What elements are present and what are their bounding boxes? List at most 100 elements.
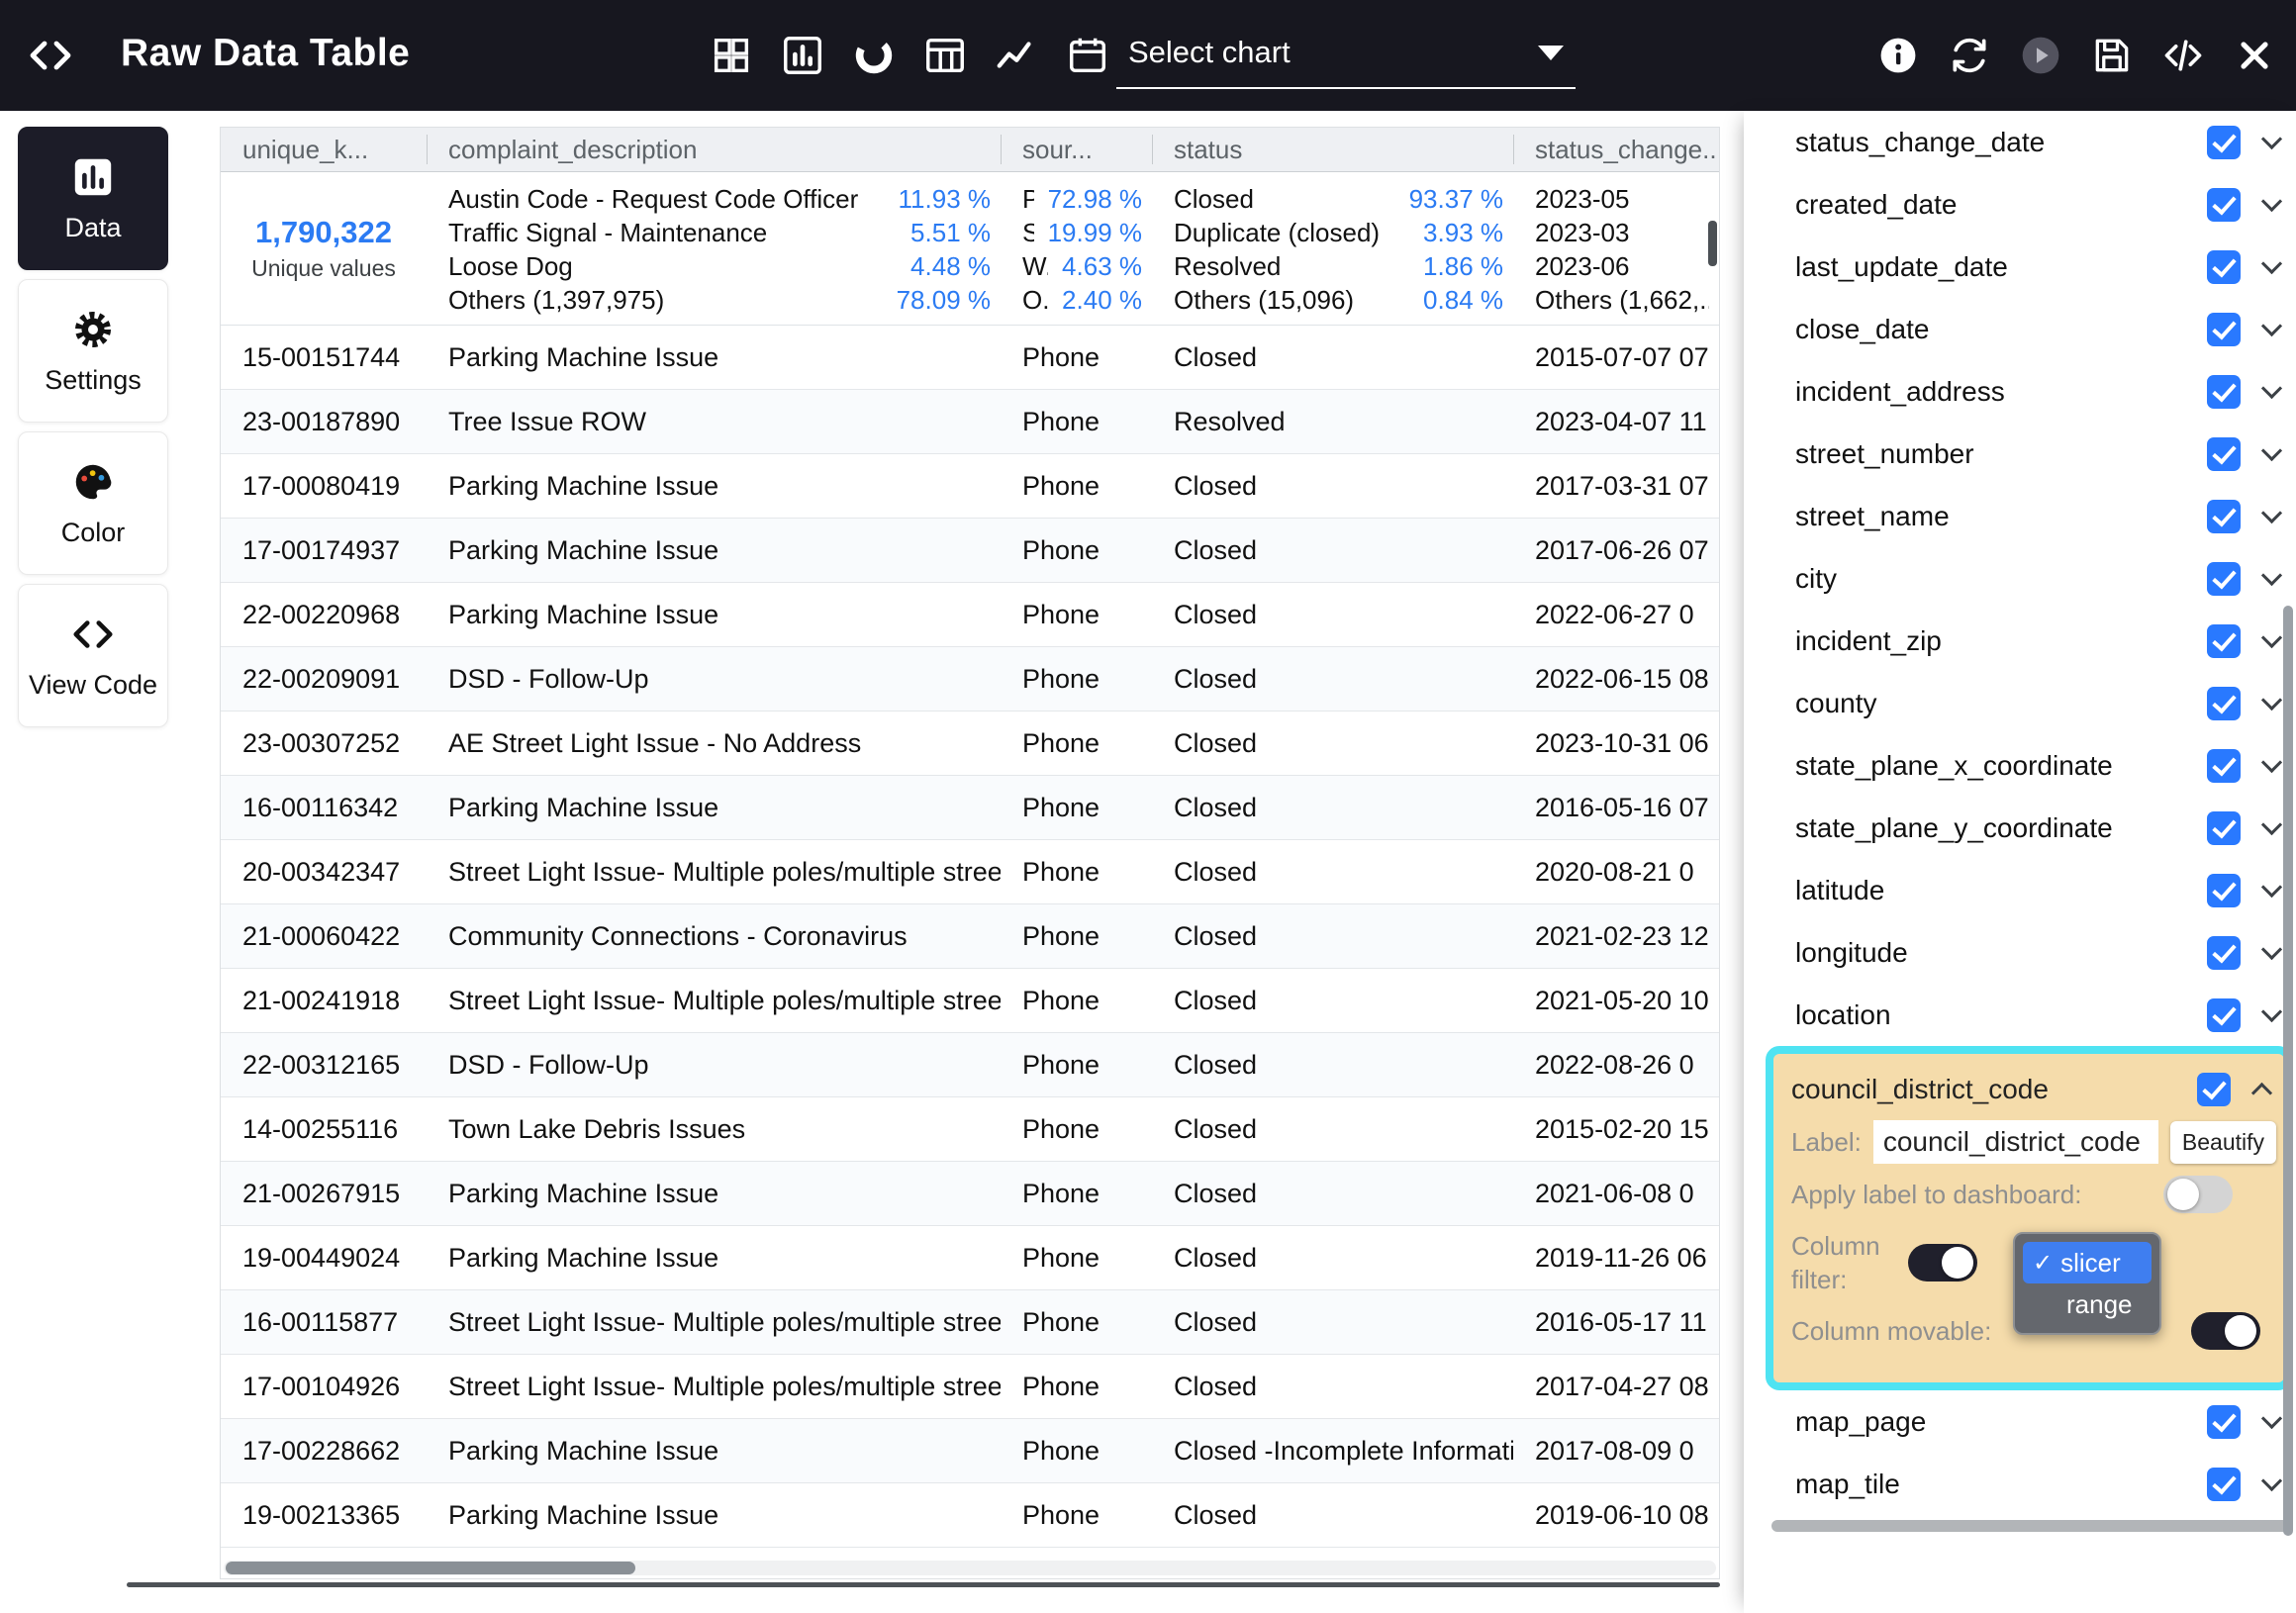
chevron-down-icon[interactable]	[2256, 1000, 2286, 1030]
table-row[interactable]: 17-00228662Parking Machine IssuePhoneClo…	[221, 1419, 1719, 1483]
table-horizontal-scrollbar-thumb[interactable]	[226, 1562, 635, 1574]
expanded-field-row[interactable]: council_district_code	[1791, 1064, 2276, 1115]
column-header-source[interactable]: sour...	[1001, 128, 1152, 171]
chart-select-dropdown[interactable]: Select chart	[1116, 18, 1576, 89]
field-row-longitude[interactable]: longitude	[1744, 921, 2296, 984]
sidebar-item-view-code[interactable]: View Code	[18, 584, 168, 727]
code-icon[interactable]	[2161, 34, 2205, 77]
menu-item-range[interactable]: range	[2023, 1283, 2152, 1325]
field-checkbox[interactable]	[2207, 1405, 2241, 1439]
chevron-down-icon[interactable]	[2256, 190, 2286, 220]
chevron-down-icon[interactable]	[2256, 128, 2286, 157]
field-checkbox[interactable]	[2207, 998, 2241, 1032]
fields-horizontal-scrollbar[interactable]	[1771, 1520, 2290, 1532]
chevron-down-icon[interactable]	[2256, 689, 2286, 718]
table-row[interactable]: 21-00267915Parking Machine IssuePhoneClo…	[221, 1162, 1719, 1226]
field-row-street_number[interactable]: street_number	[1744, 423, 2296, 485]
chevron-up-icon[interactable]	[2247, 1075, 2276, 1104]
column-header-status[interactable]: status	[1152, 128, 1513, 171]
pivot-table-icon[interactable]	[922, 33, 968, 78]
chevron-down-icon[interactable]	[2256, 626, 2286, 656]
chevron-down-icon[interactable]	[2256, 751, 2286, 781]
field-row-city[interactable]: city	[1744, 547, 2296, 610]
field-row-last_update_date[interactable]: last_update_date	[1744, 236, 2296, 298]
field-checkbox[interactable]	[2207, 749, 2241, 783]
field-checkbox[interactable]	[2207, 250, 2241, 284]
field-checkbox[interactable]	[2207, 624, 2241, 658]
chevron-down-icon[interactable]	[2256, 1407, 2286, 1437]
column-header-unique-key[interactable]: unique_k...	[221, 128, 427, 171]
donut-chart-icon[interactable]	[851, 33, 897, 78]
field-row-location[interactable]: location	[1744, 984, 2296, 1046]
field-row-status_change_date[interactable]: status_change_date	[1744, 111, 2296, 173]
field-row-state_plane_y_coordinate[interactable]: state_plane_y_coordinate	[1744, 797, 2296, 859]
table-row[interactable]: 19-00213365Parking Machine IssuePhoneClo…	[221, 1483, 1719, 1548]
field-row-state_plane_x_coordinate[interactable]: state_plane_x_coordinate	[1744, 734, 2296, 797]
field-checkbox[interactable]	[2207, 437, 2241, 471]
field-row-incident_address[interactable]: incident_address	[1744, 360, 2296, 423]
field-row-county[interactable]: county	[1744, 672, 2296, 734]
field-row-incident_zip[interactable]: incident_zip	[1744, 610, 2296, 672]
bar-chart-icon[interactable]	[780, 33, 825, 78]
info-icon[interactable]	[1876, 34, 1920, 77]
chevron-down-icon[interactable]	[2256, 1470, 2286, 1499]
table-row[interactable]: 15-00151744Parking Machine IssuePhoneClo…	[221, 326, 1719, 390]
table-row[interactable]: 23-00307252AE Street Light Issue - No Ad…	[221, 712, 1719, 776]
table-row[interactable]: 22-00209091DSD - Follow-UpPhoneClosed202…	[221, 647, 1719, 712]
table-row[interactable]: 16-00115877Street Light Issue- Multiple …	[221, 1290, 1719, 1355]
field-checkbox[interactable]	[2207, 936, 2241, 970]
field-checkbox[interactable]	[2207, 313, 2241, 346]
field-checkbox[interactable]	[2207, 811, 2241, 845]
table-row[interactable]: 21-00060422Community Connections - Coron…	[221, 904, 1719, 969]
sidebar-item-settings[interactable]: Settings	[18, 279, 168, 423]
calendar-icon[interactable]	[1065, 33, 1110, 78]
field-row-latitude[interactable]: latitude	[1744, 859, 2296, 921]
table-row[interactable]: 21-00241918Street Light Issue- Multiple …	[221, 969, 1719, 1033]
menu-item-slicer[interactable]: ✓ slicer	[2023, 1242, 2152, 1283]
table-row[interactable]: 14-00255116Town Lake Debris IssuesPhoneC…	[221, 1097, 1719, 1162]
column-header-complaint-description[interactable]: complaint_description	[427, 128, 1001, 171]
chevron-down-icon[interactable]	[2256, 377, 2286, 407]
chevron-down-icon[interactable]	[2256, 502, 2286, 531]
beautify-button[interactable]: Beautify	[2170, 1121, 2276, 1164]
play-icon[interactable]	[2019, 34, 2062, 77]
column-filter-toggle[interactable]	[1908, 1244, 1977, 1281]
field-row-street_name[interactable]: street_name	[1744, 485, 2296, 547]
table-row[interactable]: 17-00104926Street Light Issue- Multiple …	[221, 1355, 1719, 1419]
field-label-input[interactable]	[1873, 1120, 2158, 1164]
sidebar-item-data[interactable]: Data	[18, 127, 168, 270]
table-row[interactable]: 17-00174937Parking Machine IssuePhoneClo…	[221, 519, 1719, 583]
field-checkbox[interactable]	[2207, 874, 2241, 907]
chevron-down-icon[interactable]	[2256, 876, 2286, 905]
table-row[interactable]: 23-00187890Tree Issue ROWPhoneResolved20…	[221, 390, 1719, 454]
field-checkbox[interactable]	[2207, 375, 2241, 409]
chevron-down-icon[interactable]	[2256, 564, 2286, 594]
field-checkbox[interactable]	[2197, 1073, 2231, 1106]
field-row-map_tile[interactable]: map_tile	[1744, 1453, 2296, 1515]
page-horizontal-scrollbar[interactable]	[127, 1582, 1720, 1587]
chevron-down-icon[interactable]	[2256, 813, 2286, 843]
chevron-down-icon[interactable]	[2256, 439, 2286, 469]
table-vertical-scrollbar[interactable]	[1708, 221, 1717, 266]
field-checkbox[interactable]	[2207, 1468, 2241, 1501]
apply-label-toggle[interactable]	[2163, 1176, 2233, 1213]
line-chart-icon[interactable]	[994, 33, 1039, 78]
field-checkbox[interactable]	[2207, 687, 2241, 720]
chevron-down-icon[interactable]	[2256, 315, 2286, 344]
refresh-icon[interactable]	[1948, 34, 1991, 77]
save-icon[interactable]	[2090, 34, 2134, 77]
sidebar-item-color[interactable]: Color	[18, 431, 168, 575]
field-row-map_page[interactable]: map_page	[1744, 1390, 2296, 1453]
chevron-down-icon[interactable]	[2256, 252, 2286, 282]
field-row-created_date[interactable]: created_date	[1744, 173, 2296, 236]
table-row[interactable]: 19-00449024Parking Machine IssuePhoneClo…	[221, 1226, 1719, 1290]
column-movable-toggle[interactable]	[2191, 1312, 2260, 1350]
field-row-close_date[interactable]: close_date	[1744, 298, 2296, 360]
close-icon[interactable]	[2233, 34, 2276, 77]
field-checkbox[interactable]	[2207, 126, 2241, 159]
field-checkbox[interactable]	[2207, 188, 2241, 222]
table-row[interactable]: 17-00080419Parking Machine IssuePhoneClo…	[221, 454, 1719, 519]
table-row[interactable]: 20-00342347Street Light Issue- Multiple …	[221, 840, 1719, 904]
table-row[interactable]: 16-00116342Parking Machine IssuePhoneClo…	[221, 776, 1719, 840]
page-vertical-scrollbar[interactable]	[2283, 606, 2293, 1536]
